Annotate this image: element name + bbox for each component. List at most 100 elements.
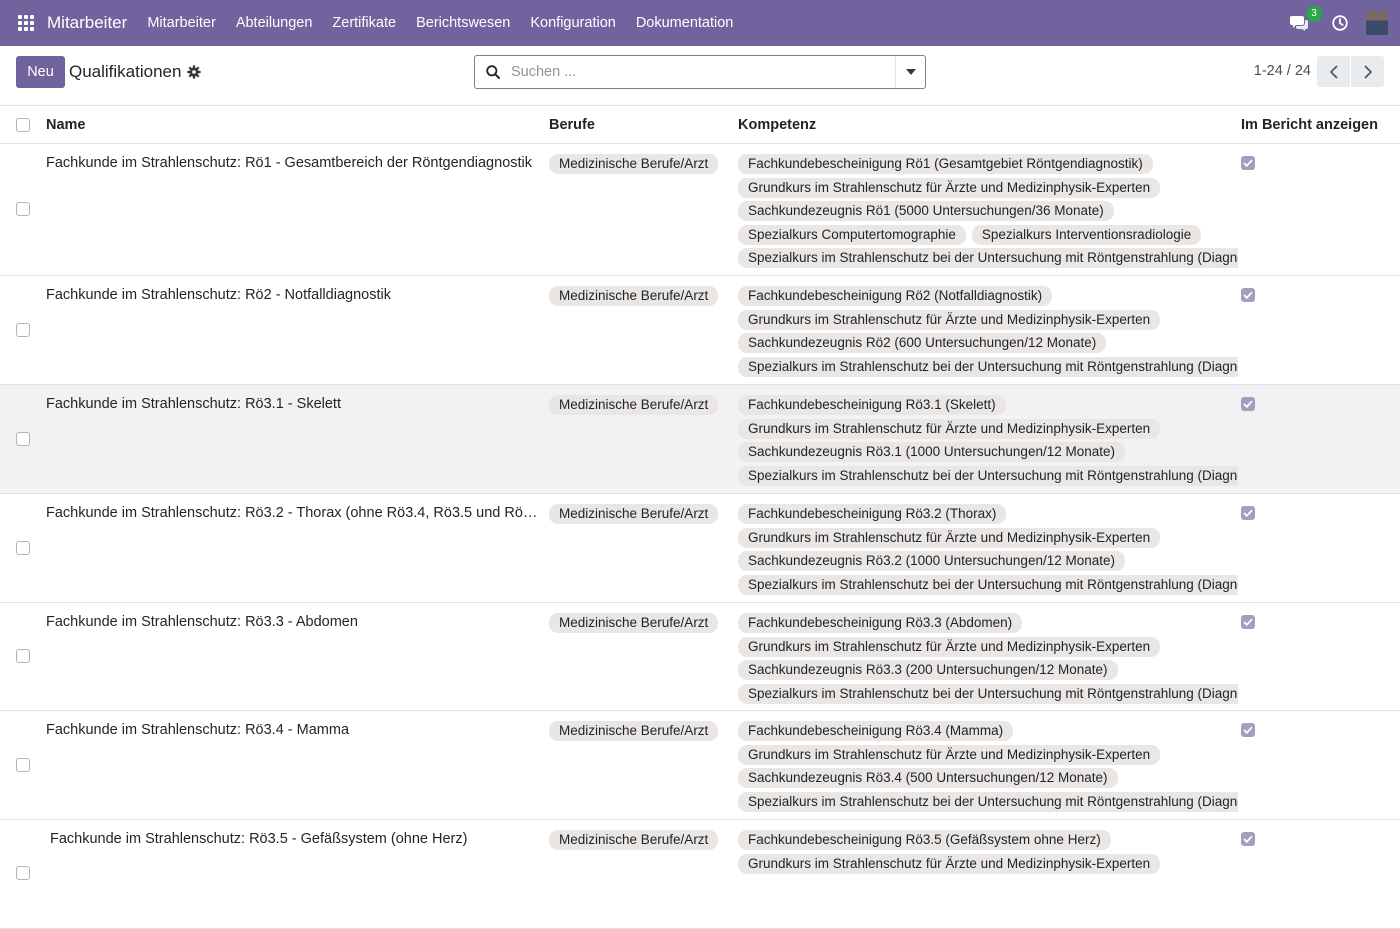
search-input[interactable] bbox=[511, 56, 895, 88]
row-checkbox[interactable] bbox=[16, 323, 30, 337]
pager-next-button[interactable] bbox=[1351, 56, 1384, 87]
page-title[interactable]: Qualifikationen bbox=[69, 62, 181, 82]
messages-count-badge: 3 bbox=[1306, 6, 1322, 22]
check-icon bbox=[1243, 618, 1253, 626]
table-row[interactable]: Fachkunde im Strahlenschutz: Rö3.5 - Gef… bbox=[0, 820, 1400, 929]
competence-tag: Sachkundezeugnis Rö3.1 (1000 Untersuchun… bbox=[738, 442, 1125, 462]
qualification-name[interactable]: Fachkunde im Strahlenschutz: Rö3.5 - Gef… bbox=[50, 831, 544, 847]
column-header-jobs[interactable]: Berufe bbox=[549, 117, 595, 133]
navbar-systray: 3 bbox=[1290, 0, 1400, 46]
messaging-button[interactable]: 3 bbox=[1290, 6, 1322, 31]
check-icon bbox=[1243, 159, 1253, 167]
menu-item[interactable]: Abteilungen bbox=[226, 0, 323, 46]
qualification-name[interactable]: Fachkunde im Strahlenschutz: Rö2 - Notfa… bbox=[46, 287, 540, 303]
table-row[interactable]: Fachkunde im Strahlenschutz: Rö3.4 - Mam… bbox=[0, 711, 1400, 820]
competence-tag: Grundkurs im Strahlenschutz für Ärzte un… bbox=[738, 744, 1161, 765]
competence-tag: Sachkundezeugnis Rö2 (600 Untersuchungen… bbox=[738, 333, 1107, 353]
check-icon bbox=[1243, 509, 1253, 517]
job-tag: Medizinische Berufe/Arzt bbox=[549, 286, 719, 306]
competence-tag: Fachkundebescheinigung Rö3.5 (Gefäßsyste… bbox=[738, 830, 1111, 850]
app-brand[interactable]: Mitarbeiter bbox=[47, 13, 127, 33]
qualification-name[interactable]: Fachkunde im Strahlenschutz: Rö3.4 - Mam… bbox=[46, 722, 540, 738]
pager-navigation bbox=[1317, 56, 1384, 87]
menu-item[interactable]: Zertifikate bbox=[322, 0, 406, 46]
pager-value[interactable]: 1-24 / 24 bbox=[1254, 63, 1311, 79]
qualifications-table: Name Berufe Kompetenz Im Bericht anzeige… bbox=[0, 106, 1400, 929]
caret-down-icon bbox=[905, 69, 916, 75]
row-checkbox[interactable] bbox=[16, 432, 30, 446]
column-header-report[interactable]: Im Bericht anzeigen bbox=[1241, 117, 1378, 133]
row-checkbox[interactable] bbox=[16, 202, 30, 216]
table-row[interactable]: Fachkunde im Strahlenschutz: Rö2 - Notfa… bbox=[0, 276, 1400, 385]
clock-icon bbox=[1332, 15, 1348, 31]
menu-item[interactable]: Konfiguration bbox=[520, 0, 625, 46]
show-in-report-checkbox[interactable] bbox=[1241, 397, 1255, 411]
column-header-name[interactable]: Name bbox=[46, 117, 86, 133]
job-tag: Medizinische Berufe/Arzt bbox=[549, 395, 719, 415]
competence-tag: Sachkundezeugnis Rö3.4 (500 Untersuchung… bbox=[738, 768, 1118, 788]
job-tag: Medizinische Berufe/Arzt bbox=[549, 721, 719, 741]
check-icon bbox=[1243, 835, 1253, 843]
competence-tags: Fachkundebescheinigung Rö3.3 (Abdomen) Gr… bbox=[738, 613, 1238, 707]
pager-previous-button[interactable] bbox=[1317, 56, 1350, 87]
show-in-report-checkbox[interactable] bbox=[1241, 832, 1255, 846]
qualification-name[interactable]: Fachkunde im Strahlenschutz: Rö1 - Gesam… bbox=[46, 155, 540, 171]
check-icon bbox=[1243, 726, 1253, 734]
show-in-report-checkbox[interactable] bbox=[1241, 615, 1255, 629]
competence-tag: Spezialkurs im Strahlenschutz bei der Un… bbox=[738, 465, 1238, 486]
competence-tag: Fachkundebescheinigung Rö3.1 (Skelett) bbox=[738, 395, 1006, 415]
chevron-right-icon bbox=[1363, 64, 1372, 79]
actions-gear-button[interactable] bbox=[187, 65, 201, 82]
row-checkbox[interactable] bbox=[16, 541, 30, 555]
table-header: Name Berufe Kompetenz Im Bericht anzeige… bbox=[0, 106, 1400, 144]
competence-tag: Spezialkurs im Strahlenschutz bei der Un… bbox=[738, 683, 1238, 704]
competence-tag: Grundkurs im Strahlenschutz für Ärzte un… bbox=[738, 527, 1161, 548]
competence-tag: Grundkurs im Strahlenschutz für Ärzte un… bbox=[738, 636, 1161, 657]
table-row[interactable]: Fachkunde im Strahlenschutz: Rö3.1 - Ske… bbox=[0, 385, 1400, 494]
menu-item[interactable]: Berichtswesen bbox=[406, 0, 520, 46]
select-all-checkbox[interactable] bbox=[16, 118, 30, 132]
row-checkbox[interactable] bbox=[16, 649, 30, 663]
app-menu-button[interactable] bbox=[0, 0, 52, 46]
user-avatar[interactable] bbox=[1366, 11, 1388, 35]
competence-tags: Fachkundebescheinigung Rö3.4 (Mamma) Grun… bbox=[738, 721, 1238, 815]
table-row[interactable]: Fachkunde im Strahlenschutz: Rö1 - Gesam… bbox=[0, 144, 1400, 276]
competence-tag: Fachkundebescheinigung Rö3.4 (Mamma) bbox=[738, 721, 1014, 741]
control-panel: Neu Qualifikationen Suchen ... 1-24 / 24 bbox=[0, 46, 1400, 106]
table-body: Fachkunde im Strahlenschutz: Rö1 - Gesam… bbox=[0, 144, 1400, 929]
top-navbar: Mitarbeiter Mitarbeiter Abteilungen Zertif… bbox=[0, 0, 1400, 46]
new-button[interactable]: Neu bbox=[16, 56, 65, 88]
competence-tag: Spezialkurs im Strahlenschutz bei der Un… bbox=[738, 791, 1238, 812]
search-icon bbox=[475, 56, 511, 88]
competence-tag: Fachkundebescheinigung Rö3.2 (Thorax) bbox=[738, 504, 1007, 524]
search-options-toggle[interactable] bbox=[895, 56, 925, 88]
competence-tag: Spezialkurs Computertomographie bbox=[738, 224, 966, 245]
row-checkbox[interactable] bbox=[16, 866, 30, 880]
show-in-report-checkbox[interactable] bbox=[1241, 723, 1255, 737]
competence-tag: Fachkundebescheinigung Rö3.3 (Abdomen) bbox=[738, 613, 1023, 633]
gear-icon bbox=[187, 65, 201, 79]
show-in-report-checkbox[interactable] bbox=[1241, 288, 1255, 302]
job-tag: Medizinische Berufe/Arzt bbox=[549, 504, 719, 524]
activity-button[interactable] bbox=[1332, 15, 1348, 31]
row-checkbox[interactable] bbox=[16, 758, 30, 772]
table-row[interactable]: Fachkunde im Strahlenschutz: Rö3.3 - Abd… bbox=[0, 603, 1400, 711]
competence-tags: Fachkundebescheinigung Rö3.2 (Thorax) Gru… bbox=[738, 504, 1238, 598]
show-in-report-checkbox[interactable] bbox=[1241, 156, 1255, 170]
qualification-name[interactable]: Fachkunde im Strahlenschutz: Rö3.3 - Abd… bbox=[46, 614, 540, 630]
qualification-name[interactable]: Fachkunde im Strahlenschutz: Rö3.2 - Tho… bbox=[46, 505, 540, 521]
check-icon bbox=[1243, 291, 1253, 299]
competence-tag: Sachkundezeugnis Rö3.3 (200 Untersuchung… bbox=[738, 660, 1118, 680]
table-row[interactable]: Fachkunde im Strahlenschutz: Rö3.2 - Tho… bbox=[0, 494, 1400, 603]
competence-tag: Sachkundezeugnis Rö1 (5000 Untersuchunge… bbox=[738, 201, 1114, 221]
competence-tag: Spezialkurs im Strahlenschutz bei der Un… bbox=[738, 574, 1238, 595]
competence-tag: Spezialkurs im Strahlenschutz bei der Un… bbox=[738, 248, 1238, 268]
chat-icon bbox=[1290, 16, 1308, 31]
qualification-name[interactable]: Fachkunde im Strahlenschutz: Rö3.1 - Ske… bbox=[46, 396, 540, 412]
job-tag: Medizinische Berufe/Arzt bbox=[549, 154, 719, 174]
competence-tag: Grundkurs im Strahlenschutz für Ärzte un… bbox=[738, 853, 1161, 874]
menu-item[interactable]: Dokumentation bbox=[626, 0, 744, 46]
column-header-competence[interactable]: Kompetenz bbox=[738, 117, 816, 133]
show-in-report-checkbox[interactable] bbox=[1241, 506, 1255, 520]
menu-item[interactable]: Mitarbeiter bbox=[137, 0, 226, 46]
